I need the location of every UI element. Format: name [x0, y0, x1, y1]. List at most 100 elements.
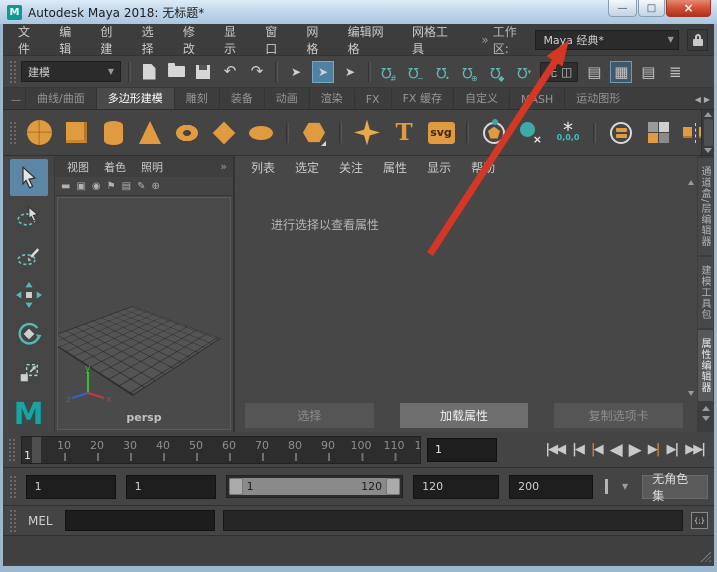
scroll-down-icon[interactable] — [704, 148, 712, 153]
shelf-tab-fx-caching[interactable]: FX 缓存 — [390, 88, 453, 109]
lock-camera-icon[interactable]: ▣ — [76, 181, 85, 192]
shelf-tab-fx[interactable]: FX — [353, 90, 391, 109]
maximize-button[interactable]: □ — [638, 0, 665, 17]
shelf-collapse-icon[interactable]: — — [7, 95, 25, 106]
symmetry-dropdown[interactable]: 无 ◫ — [540, 61, 579, 82]
chevron-down-icon[interactable]: ▼ — [618, 482, 632, 491]
2d-pan-zoom-icon[interactable]: ⊕ — [151, 181, 159, 192]
save-scene-button[interactable] — [192, 61, 214, 83]
redo-button[interactable]: ↷ — [246, 61, 268, 83]
scroll-thumb[interactable] — [703, 119, 713, 146]
divider[interactable] — [275, 61, 278, 82]
bookmark-icon[interactable]: ⚑ — [107, 181, 116, 192]
shelf-tab-sculpting[interactable]: 雕刻 — [173, 88, 219, 109]
tab-modeling-toolkit[interactable]: 建模工具包 — [698, 257, 713, 329]
menu-overflow-icon[interactable]: » — [220, 160, 227, 173]
tabs-scroll-down-icon[interactable] — [701, 416, 710, 422]
poly-cone-button[interactable] — [136, 118, 164, 148]
sidebar-channel-box-toggle[interactable]: ≣ — [664, 61, 686, 83]
menu-set-dropdown[interactable]: 建模 ▼ — [21, 61, 121, 82]
shelf-tab-mash[interactable]: MASH — [508, 90, 564, 109]
snap-to-point-button[interactable]: Ω • — [432, 61, 454, 83]
animation-end-field[interactable] — [509, 474, 594, 499]
scroll-down-icon[interactable] — [687, 391, 694, 396]
range-end-handle[interactable] — [386, 478, 401, 495]
menu-overflow-icon[interactable]: » — [481, 33, 488, 47]
image-plane-icon[interactable]: ▤ — [122, 181, 131, 192]
camera-attributes-icon[interactable]: ◉ — [92, 181, 101, 192]
ae-menu-focus[interactable]: 关注 — [331, 159, 371, 176]
menu-display[interactable]: 显示 — [215, 24, 256, 57]
attribute-editor-scrollbar[interactable] — [686, 180, 695, 396]
ae-menu-list[interactable]: 列表 — [243, 159, 283, 176]
boolean-button[interactable] — [607, 118, 635, 148]
ae-menu-attributes[interactable]: 属性 — [375, 159, 415, 176]
select-tool-button[interactable] — [9, 159, 48, 196]
make-live-button[interactable]: Ω ◆ — [486, 61, 508, 83]
drag-handle[interactable] — [9, 508, 16, 533]
ae-menu-help[interactable]: 帮助 — [463, 159, 503, 176]
resize-grip[interactable] — [700, 551, 711, 562]
step-back-key-button[interactable]: | ◀ — [588, 440, 605, 459]
menu-mesh[interactable]: 网格 — [297, 24, 338, 57]
current-frame-field[interactable] — [427, 437, 497, 462]
ae-menu-selected[interactable]: 选定 — [287, 159, 327, 176]
menu-modify[interactable]: 修改 — [174, 24, 215, 57]
shelf-tab-poly-modeling[interactable]: 多边形建模 — [95, 88, 174, 109]
type-tool-button[interactable]: T — [390, 118, 418, 148]
scroll-up-icon[interactable] — [687, 180, 694, 185]
poly-cube-button[interactable] — [62, 118, 90, 148]
drag-handle[interactable] — [9, 120, 16, 145]
rotate-tool-button[interactable] — [10, 315, 48, 352]
grease-pencil-icon[interactable]: ✎ — [137, 181, 145, 192]
shelf-tab-curves[interactable]: 曲线/曲面 — [25, 88, 96, 109]
platonic-solid-button[interactable] — [300, 118, 328, 148]
delete-history-button[interactable]: × — [517, 118, 545, 148]
snap-to-center-button[interactable]: Ω ⊕ — [459, 61, 481, 83]
poly-torus-button[interactable] — [172, 118, 202, 148]
range-start-handle[interactable] — [228, 478, 243, 495]
ae-menu-show[interactable]: 显示 — [419, 159, 459, 176]
poly-disc-button[interactable] — [247, 118, 275, 148]
quad-draw-button[interactable] — [644, 118, 672, 148]
divider[interactable] — [128, 61, 131, 82]
go-to-end-button[interactable]: ▶▶| — [682, 440, 707, 459]
mel-input[interactable] — [64, 510, 215, 531]
menu-windows[interactable]: 窗口 — [256, 24, 297, 57]
open-scene-button[interactable] — [165, 61, 187, 83]
shelf-tab-rigging[interactable]: 装备 — [218, 88, 264, 109]
undo-button[interactable]: ↶ — [219, 61, 241, 83]
tab-channel-box[interactable]: 通道盒/层编辑器 — [698, 158, 713, 256]
close-button[interactable]: × — [666, 0, 711, 17]
scroll-up-icon[interactable] — [704, 112, 712, 117]
move-tool-button[interactable] — [10, 276, 48, 313]
select-component-button[interactable]: ➤ — [339, 61, 361, 83]
snap-to-curve-button[interactable]: Ω ~ — [405, 61, 427, 83]
poly-sphere-button[interactable] — [25, 118, 53, 148]
playback-end-field[interactable] — [413, 474, 500, 499]
drag-handle[interactable] — [9, 59, 16, 84]
select-button[interactable]: 选择 — [245, 402, 374, 428]
workspace-lock-button[interactable] — [686, 28, 709, 51]
shelf-scrollbar[interactable] — [701, 110, 714, 155]
copy-tab-button[interactable]: 复制选项卡 — [554, 402, 684, 428]
menu-edit-mesh[interactable]: 编辑网格 — [339, 24, 403, 57]
mel-toggle[interactable]: MEL — [24, 514, 57, 528]
viewport-menu-shading[interactable]: 着色 — [98, 159, 132, 175]
select-hierarchy-button[interactable]: ➤ — [285, 61, 307, 83]
menu-file[interactable]: 文件 — [9, 24, 50, 57]
svg-tool-button[interactable]: svg — [427, 118, 455, 148]
shelf-tab-animation[interactable]: 动画 — [263, 88, 309, 109]
shelf-tab-rendering[interactable]: 渲染 — [308, 88, 354, 109]
shelf-scroll-right-icon[interactable]: ▶ — [704, 95, 710, 104]
command-output-bar[interactable] — [222, 510, 683, 531]
drag-handle[interactable] — [9, 474, 16, 499]
scale-tool-button[interactable] — [10, 354, 48, 391]
sidebar-tool-settings-toggle[interactable]: ▤ — [637, 61, 659, 83]
play-backwards-button[interactable]: ◀ — [607, 438, 624, 462]
sidebar-attribute-editor-toggle[interactable]: ▦ — [610, 60, 633, 83]
script-editor-icon[interactable]: {;} — [691, 512, 708, 529]
construction-history-button[interactable]: ▤ — [583, 61, 605, 83]
animation-start-field[interactable] — [25, 474, 116, 499]
drag-handle[interactable] — [8, 437, 15, 462]
